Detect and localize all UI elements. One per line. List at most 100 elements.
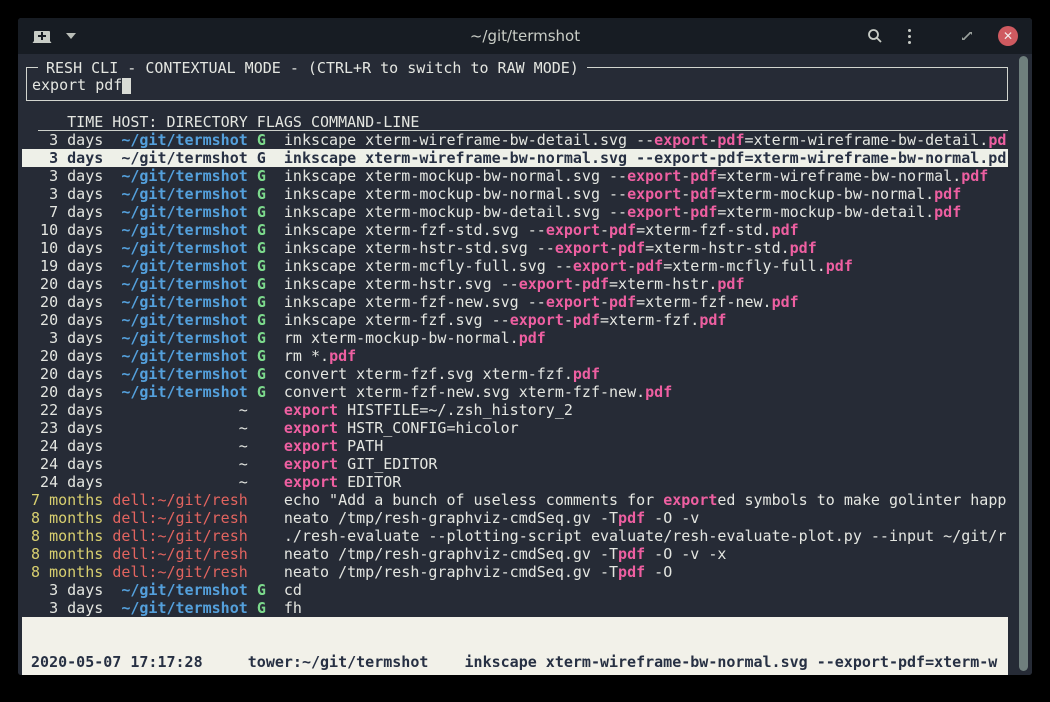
scrollbar[interactable] — [1016, 54, 1032, 675]
history-row[interactable]: 10 days ~/git/termshot G inkscape xterm-… — [22, 239, 1008, 257]
row-segment: - — [600, 293, 609, 311]
row-segment: inkscape xterm-hstr-std.svg -- — [266, 239, 555, 257]
titlebar[interactable]: ~/git/termshot ✕ — [18, 18, 1032, 54]
terminal-window: ~/git/termshot ✕ — [18, 18, 1032, 675]
row-segment: =xterm-wireframe-bw-normal. — [717, 167, 961, 185]
history-row[interactable]: 8 months dell:~/git/resh neato /tmp/resh… — [22, 509, 1008, 527]
row-segment: pdf — [699, 311, 726, 329]
history-row[interactable]: 3 days ~/git/termshot G fh — [22, 599, 1008, 617]
row-segment: pdf — [573, 311, 600, 329]
row-segment: fh — [266, 599, 302, 617]
resh-search-box[interactable]: RESH CLI - CONTEXTUAL MODE - (CTRL+R to … — [26, 67, 1008, 101]
row-segment: EDITOR — [338, 473, 401, 491]
close-button[interactable]: ✕ — [998, 26, 1018, 46]
history-row[interactable]: 8 months dell:~/git/resh ./resh-evaluate… — [22, 527, 1008, 545]
row-segment: G — [257, 239, 266, 257]
row-segment: 20 days — [22, 311, 121, 329]
search-input[interactable]: export pdf — [32, 76, 131, 94]
row-segment: =xterm-wireframe-bw-detail. — [744, 131, 988, 149]
row-segment: 8 months — [22, 527, 103, 545]
history-row-selected[interactable]: 3 days ~/git/termshot G inkscape xterm-w… — [22, 149, 1008, 167]
row-segment: =xterm-mcfly-full. — [663, 257, 826, 275]
row-segment: 22 days ~ — [22, 401, 284, 419]
row-segment: G — [257, 311, 266, 329]
history-row[interactable]: 20 days ~/git/termshot G rm *.pdf — [22, 347, 1008, 365]
history-row[interactable]: 24 days ~ export EDITOR — [22, 473, 1008, 491]
history-row[interactable]: 8 months dell:~/git/resh neato /tmp/resh… — [22, 545, 1008, 563]
row-segment: - — [609, 239, 618, 257]
row-segment: export — [284, 455, 338, 473]
row-segment — [248, 347, 257, 365]
row-segment: ~/git/termshot — [121, 293, 247, 311]
row-segment: =xterm-mockup-bw-normal. — [717, 185, 934, 203]
row-segment: 8 months — [22, 545, 103, 563]
chevron-down-icon[interactable] — [66, 33, 76, 39]
row-segment: export — [519, 275, 573, 293]
row-segment — [103, 509, 112, 527]
row-segment: pdf — [690, 167, 717, 185]
row-segment: dell:~/git/resh — [112, 491, 247, 509]
row-segment: HSTR_CONFIG=hicolor — [338, 419, 519, 437]
row-segment: G — [257, 383, 266, 401]
row-segment: 19 days — [22, 257, 121, 275]
row-segment: export — [284, 473, 338, 491]
menu-kebab-icon[interactable] — [908, 29, 911, 44]
history-row[interactable]: 24 days ~ export PATH — [22, 437, 1008, 455]
row-segment: dell:~/git/resh — [112, 527, 247, 545]
row-segment: 3 days — [22, 167, 121, 185]
history-row[interactable]: 24 days ~ export GIT_EDITOR — [22, 455, 1008, 473]
row-segment: 3 days — [22, 329, 121, 347]
row-segment: inkscape xterm-mockup-bw-normal.svg -- — [266, 185, 627, 203]
history-row[interactable]: 23 days ~ export HSTR_CONFIG=hicolor — [22, 419, 1008, 437]
history-row[interactable]: 22 days ~ export HISTFILE=~/.zsh_history… — [22, 401, 1008, 419]
row-segment: export — [627, 203, 681, 221]
new-tab-button[interactable] — [32, 27, 54, 45]
history-row[interactable]: 3 days ~/git/termshot G cd — [22, 581, 1008, 599]
history-row[interactable]: 3 days ~/git/termshot G inkscape xterm-w… — [22, 131, 1008, 149]
row-segment: pdf — [618, 563, 645, 581]
history-row[interactable]: 20 days ~/git/termshot G inkscape xterm-… — [22, 311, 1008, 329]
row-segment: pdf — [826, 257, 853, 275]
row-segment: - — [627, 257, 636, 275]
history-row[interactable]: 20 days ~/git/termshot G inkscape xterm-… — [22, 275, 1008, 293]
row-segment: ed symbols to make golinter happ — [717, 491, 1006, 509]
row-segment: 8 months — [22, 563, 103, 581]
row-segment: 24 days ~ — [22, 437, 284, 455]
history-row[interactable]: 20 days ~/git/termshot G convert xterm-f… — [22, 383, 1008, 401]
restore-button[interactable] — [961, 30, 973, 42]
history-row[interactable]: 3 days ~/git/termshot G rm xterm-mockup-… — [22, 329, 1008, 347]
history-row[interactable]: 19 days ~/git/termshot G inkscape xterm-… — [22, 257, 1008, 275]
row-segment — [248, 581, 257, 599]
row-segment: - — [681, 203, 690, 221]
row-segment: neato /tmp/resh-graphviz-cmdSeq.gv -T — [248, 509, 618, 527]
history-row[interactable]: 8 months dell:~/git/resh neato /tmp/resh… — [22, 563, 1008, 581]
row-segment: pdf — [934, 185, 961, 203]
row-segment: G — [257, 581, 266, 599]
row-segment: - — [600, 221, 609, 239]
scrollbar-thumb[interactable] — [1019, 56, 1028, 671]
row-segment: export — [284, 437, 338, 455]
history-row[interactable]: 3 days ~/git/termshot G inkscape xterm-m… — [22, 167, 1008, 185]
row-segment: export — [284, 419, 338, 437]
row-segment: pdf — [609, 293, 636, 311]
row-segment: 3 days — [22, 185, 121, 203]
history-row[interactable]: 20 days ~/git/termshot G convert xterm-f… — [22, 365, 1008, 383]
row-segment: export — [510, 311, 564, 329]
row-segment — [248, 131, 257, 149]
search-icon[interactable] — [867, 28, 883, 44]
history-row[interactable]: 7 months dell:~/git/resh echo "Add a bun… — [22, 491, 1008, 509]
row-segment: 8 months — [22, 509, 103, 527]
row-segment: PATH — [338, 437, 383, 455]
row-segment: pdf — [772, 293, 799, 311]
history-row[interactable]: 10 days ~/git/termshot G inkscape xterm-… — [22, 221, 1008, 239]
row-segment: 24 days ~ — [22, 455, 284, 473]
row-segment: inkscape xterm-hstr.svg -- — [266, 275, 519, 293]
row-segment: ~/git/termshot — [121, 311, 247, 329]
row-segment: G — [257, 257, 266, 275]
history-row[interactable]: 3 days ~/git/termshot G inkscape xterm-m… — [22, 185, 1008, 203]
row-segment — [248, 293, 257, 311]
row-segment: pdf — [609, 221, 636, 239]
history-row[interactable]: 7 days ~/git/termshot G inkscape xterm-m… — [22, 203, 1008, 221]
history-row[interactable]: 20 days ~/git/termshot G inkscape xterm-… — [22, 293, 1008, 311]
row-segment — [248, 257, 257, 275]
